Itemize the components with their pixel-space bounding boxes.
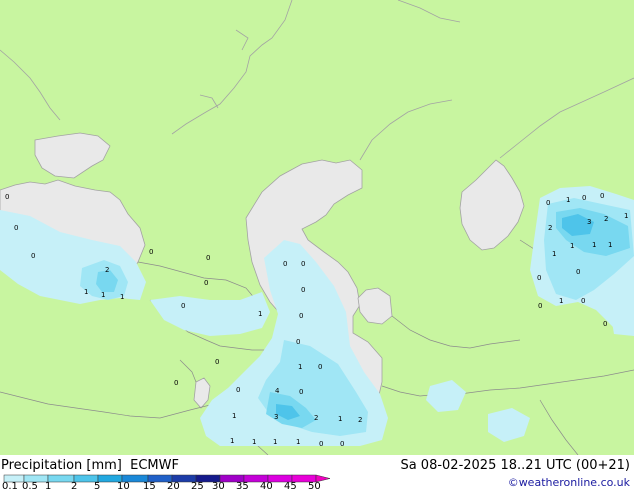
legend-tick-label: 20 (167, 481, 180, 490)
precip-label: 0 (319, 440, 323, 448)
precipitation-map: 0 0 0 2 1 1 1 0 0 0 0 1 0 0 0 0 0 0 1 0 … (0, 0, 634, 490)
precip-label: 1 (273, 438, 277, 446)
precip-label: 1 (230, 437, 234, 445)
valid-time: Sa 08-02-2025 18..21 UTC (00+21) (400, 458, 630, 473)
precip-label: 0 (576, 268, 580, 276)
precip-label: 1 (608, 241, 612, 249)
legend-tick-label: 25 (191, 481, 204, 490)
precip-label: 0 (546, 199, 550, 207)
precip-label: 0 (299, 388, 303, 396)
map-footer: Precipitation [mm] ECMWF Sa 08-02-2025 1… (0, 455, 634, 490)
precip-label: 1 (252, 438, 256, 446)
variable-label: Precipitation [mm] (1, 458, 122, 473)
precip-label: 0 (174, 379, 178, 387)
precip-label: 2 (314, 414, 318, 422)
precip-label: 4 (275, 387, 280, 395)
precip-label: 0 (181, 302, 185, 310)
precip-label: 1 (298, 363, 302, 371)
legend-tick-label: 2 (71, 481, 78, 490)
precip-label: 0 (537, 274, 541, 282)
legend-tick-label: 1 (45, 481, 52, 490)
precip-label: 0 (603, 320, 607, 328)
precip-label: 2 (358, 416, 362, 424)
precip-label: 1 (559, 297, 563, 305)
precip-label: 0 (600, 192, 604, 200)
precip-label: 1 (592, 241, 596, 249)
precip-label: 0 (582, 194, 586, 202)
precip-label: 0 (204, 279, 208, 287)
precip-label: 0 (5, 193, 9, 201)
precip-label: 0 (149, 248, 153, 256)
legend-tick-label: 30 (212, 481, 225, 490)
precip-label: 1 (84, 288, 88, 296)
precip-label: 0 (301, 286, 305, 294)
precip-label: 0 (538, 302, 542, 310)
map-title: Precipitation [mm] ECMWF (1, 458, 179, 473)
precip-label: 0 (581, 297, 585, 305)
precip-label: 0 (318, 363, 322, 371)
legend-tick-label: 50 (308, 481, 321, 490)
model-label: ECMWF (130, 458, 179, 473)
precip-label: 1 (101, 291, 105, 299)
precip-label: 1 (552, 250, 556, 258)
precip-label: 0 (299, 312, 303, 320)
legend-tick-label: 40 (260, 481, 273, 490)
legend-tick-label: 15 (143, 481, 156, 490)
precip-label: 2 (548, 224, 552, 232)
precip-label: 1 (566, 196, 570, 204)
legend-tick-label: 5 (94, 481, 101, 490)
legend-tick-label: 45 (284, 481, 297, 490)
precip-label: 0 (301, 260, 305, 268)
legend-tick-label: 35 (236, 481, 249, 490)
precip-label: 2 (604, 215, 608, 223)
credit-link[interactable]: ©weatheronline.co.uk (508, 476, 630, 489)
precip-label: 1 (570, 242, 574, 250)
precip-label: 0 (206, 254, 210, 262)
precip-label: 0 (283, 260, 287, 268)
legend-tick-label: 0.5 (22, 481, 38, 490)
precip-label: 1 (232, 412, 236, 420)
precip-label: 1 (624, 212, 628, 220)
legend-tick-label: 0.1 (2, 481, 18, 490)
precip-label: 2 (105, 266, 109, 274)
map-canvas: 0 0 0 2 1 1 1 0 0 0 0 1 0 0 0 0 0 0 1 0 … (0, 0, 634, 490)
precip-label: 0 (14, 224, 18, 232)
legend-tick-label: 10 (117, 481, 130, 490)
precip-label: 0 (215, 358, 219, 366)
precip-label: 1 (258, 310, 262, 318)
precip-label: 3 (587, 218, 591, 226)
precip-label: 1 (296, 438, 300, 446)
precip-label: 1 (120, 293, 124, 301)
precip-label: 1 (338, 415, 342, 423)
precip-label: 0 (340, 440, 344, 448)
precip-label: 0 (236, 386, 240, 394)
precip-label: 0 (31, 252, 35, 260)
precip-label: 0 (296, 338, 300, 346)
precip-label: 3 (274, 413, 278, 421)
